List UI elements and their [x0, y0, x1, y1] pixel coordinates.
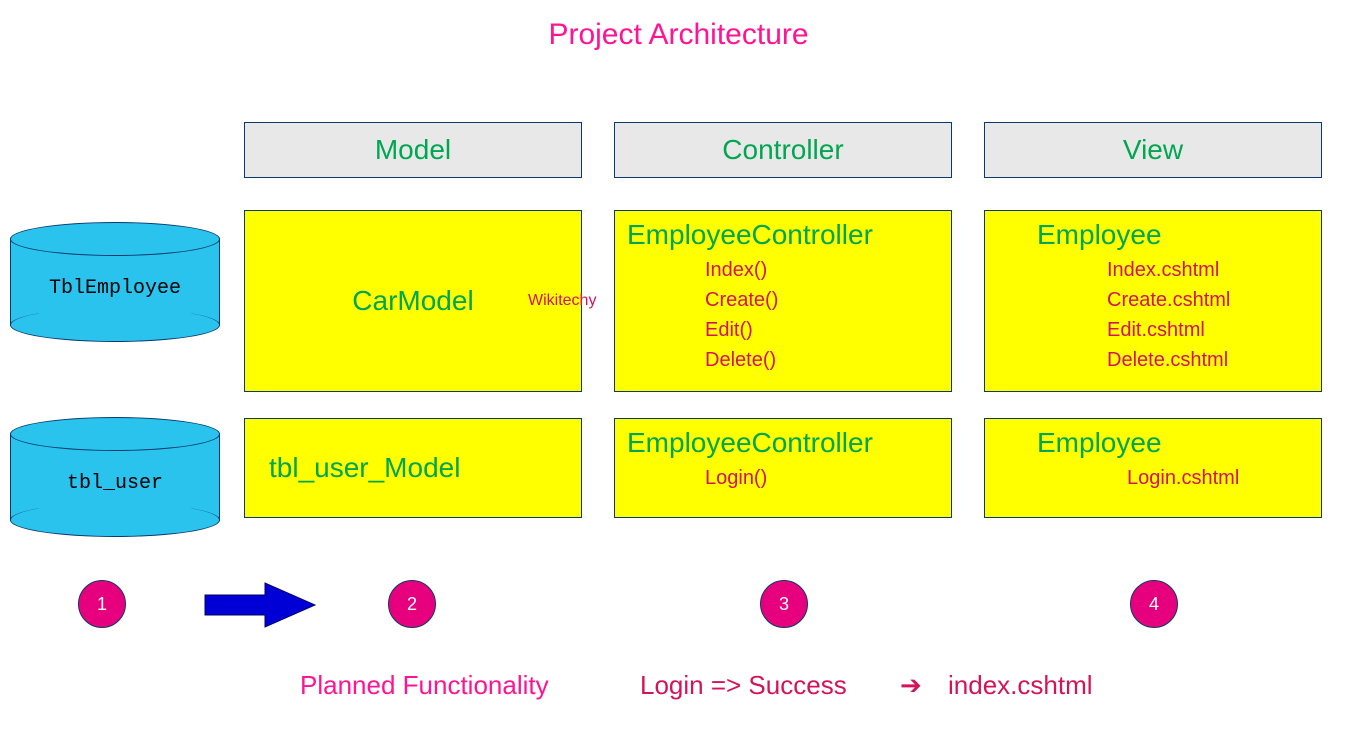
footer-flow-1: Login => Success: [640, 670, 847, 701]
step-badge-2: 2: [388, 580, 436, 628]
model-label: tbl_user_Model: [269, 452, 460, 484]
controller-method: Create(): [705, 285, 939, 315]
header-controller: Controller: [614, 122, 952, 178]
watermark: Wikitechy: [528, 292, 596, 310]
step-badge-1: 1: [78, 580, 126, 628]
view-file: Delete.cshtml: [1107, 345, 1309, 375]
controller-box-row2: EmployeeController Login(): [614, 418, 952, 518]
controller-name: EmployeeController: [627, 427, 939, 459]
controller-method: Edit(): [705, 315, 939, 345]
view-file: Login.cshtml: [1127, 463, 1309, 493]
diagram-title: Project Architecture: [0, 18, 1357, 52]
controller-box-row1: EmployeeController Index() Create() Edit…: [614, 210, 952, 392]
view-file: Edit.cshtml: [1107, 315, 1309, 345]
step-badge-3: 3: [760, 580, 808, 628]
arrow-icon: [200, 580, 320, 630]
header-view: View: [984, 122, 1322, 178]
view-name: Employee: [1037, 427, 1309, 459]
controller-method: Index(): [705, 255, 939, 285]
view-box-row2: Employee Login.cshtml: [984, 418, 1322, 518]
controller-method: Login(): [705, 463, 939, 493]
controller-method: Delete(): [705, 345, 939, 375]
view-file: Index.cshtml: [1107, 255, 1309, 285]
database-tbluser: tbl_user: [10, 417, 220, 537]
view-box-row1: Employee Index.cshtml Create.cshtml Edit…: [984, 210, 1322, 392]
footer-label: Planned Functionality: [300, 670, 549, 701]
database-label: TblEmployee: [10, 277, 220, 300]
footer-flow-2: index.cshtml: [948, 670, 1093, 701]
view-file: Create.cshtml: [1107, 285, 1309, 315]
header-model: Model: [244, 122, 582, 178]
model-label: CarModel: [352, 285, 473, 317]
view-name: Employee: [1037, 219, 1309, 251]
footer-arrow-icon: ➔: [900, 670, 922, 701]
database-label: tbl_user: [10, 472, 220, 495]
step-badge-4: 4: [1130, 580, 1178, 628]
controller-name: EmployeeController: [627, 219, 939, 251]
database-tblemployee: TblEmployee: [10, 222, 220, 342]
model-box-tblusermodel: tbl_user_Model: [244, 418, 582, 518]
